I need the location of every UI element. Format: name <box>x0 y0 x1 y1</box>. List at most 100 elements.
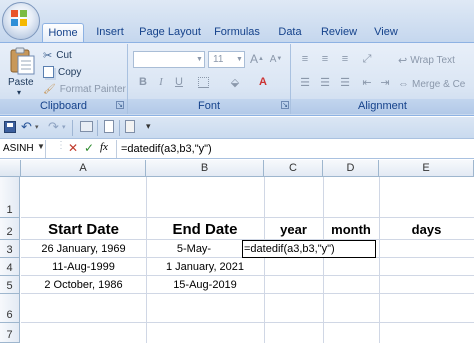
gridline <box>323 177 324 343</box>
clipboard-group-label: Clipboard <box>0 99 127 114</box>
column-header-b[interactable]: B <box>146 160 264 177</box>
row-header-7[interactable]: 7 <box>0 323 20 343</box>
align-top-icon[interactable]: ≡ <box>296 50 314 68</box>
new-document-icon[interactable] <box>104 120 114 133</box>
chevron-down-icon: ▼ <box>196 56 203 63</box>
paste-icon <box>10 47 35 75</box>
column-header-d[interactable]: D <box>323 160 379 177</box>
align-center-icon[interactable]: ☰ <box>316 73 334 91</box>
cell-a2[interactable]: Start Date <box>21 218 146 240</box>
paste-label[interactable]: Paste <box>8 77 34 88</box>
font-launcher-icon[interactable]: ↘ <box>281 101 289 109</box>
cell-b5[interactable]: 15-Aug-2019 <box>146 276 264 294</box>
increase-indent-icon[interactable]: ⇥ <box>376 73 394 91</box>
column-header-a[interactable]: A <box>21 160 146 177</box>
copy-icon <box>43 66 54 78</box>
align-middle-icon[interactable]: ≡ <box>316 50 334 68</box>
wrap-text-label: Wrap Text <box>410 54 455 66</box>
tab-review[interactable]: Review <box>314 23 364 42</box>
select-all-corner[interactable] <box>0 160 21 177</box>
cancel-entry-icon[interactable]: ✕ <box>68 141 78 155</box>
align-left-icon[interactable]: ☰ <box>296 73 314 91</box>
row-header-1[interactable]: 1 <box>0 177 20 218</box>
cell-c3[interactable]: =datedif(a3,b3,"y") <box>244 240 374 258</box>
tab-insert[interactable]: Insert <box>88 23 132 42</box>
form-icon[interactable] <box>80 121 93 132</box>
align-right-icon[interactable]: ☰ <box>336 73 354 91</box>
orientation-icon[interactable]: ⤢ <box>358 50 376 68</box>
format-painter-button[interactable]: 🖌 Format Painter <box>43 82 126 96</box>
font-size-value: 11 <box>213 54 224 65</box>
cell-b3[interactable]: 5-May- <box>146 240 242 258</box>
copy-label: Copy <box>58 66 82 78</box>
alignment-group-label: Alignment <box>291 99 474 114</box>
tab-home[interactable]: Home <box>42 23 84 42</box>
merge-icon: ⇔ <box>398 78 409 90</box>
row-header-3[interactable]: 3 <box>0 240 20 258</box>
decrease-indent-icon[interactable]: ⇤ <box>358 73 376 91</box>
formula-bar-divider <box>116 140 117 158</box>
copy-button[interactable]: Copy <box>43 65 123 79</box>
undo-dropdown-icon[interactable]: ▾ <box>35 123 39 131</box>
redo-icon[interactable]: ↷ <box>48 119 59 135</box>
cell-c2[interactable]: year <box>264 218 323 240</box>
save-icon[interactable] <box>4 121 16 133</box>
paste-dropdown-icon[interactable]: ▾ <box>17 88 21 97</box>
cell-d2[interactable]: month <box>323 218 379 240</box>
row-header-5[interactable]: 5 <box>0 276 20 294</box>
print-preview-icon[interactable] <box>125 120 135 133</box>
gridline <box>379 177 380 343</box>
cell-a5[interactable]: 2 October, 1986 <box>21 276 146 294</box>
redo-dropdown-icon[interactable]: ▾ <box>62 123 66 131</box>
chevron-down-icon: ▼ <box>236 56 243 63</box>
cell-b2[interactable]: End Date <box>146 218 264 240</box>
cut-label: Cut <box>56 49 72 61</box>
bold-icon[interactable]: B <box>134 73 152 91</box>
decrease-font-icon[interactable]: A ▼ <box>267 50 285 68</box>
toolbar-separator <box>119 120 120 136</box>
formula-input[interactable]: =datedif(a3,b3,"y") <box>121 140 212 158</box>
gridline <box>21 322 474 323</box>
tab-page-layout[interactable]: Page Layout <box>136 23 204 42</box>
borders-icon[interactable] <box>194 73 212 91</box>
toolbar-separator <box>72 120 73 136</box>
tab-formulas[interactable]: Formulas <box>208 23 266 42</box>
increase-font-icon[interactable]: A ▲ <box>248 50 266 68</box>
paste-button[interactable] <box>6 46 38 76</box>
undo-icon[interactable]: ↶ <box>21 119 32 135</box>
gridline <box>264 177 265 343</box>
toolbar-separator <box>97 120 98 136</box>
row-header-6[interactable]: 6 <box>0 294 20 323</box>
underline-icon[interactable]: U <box>170 73 188 91</box>
tab-view[interactable]: View <box>368 23 404 42</box>
clipboard-launcher-icon[interactable]: ↘ <box>116 101 124 109</box>
font-color-icon[interactable]: A <box>254 73 272 91</box>
row-header-2[interactable]: 2 <box>0 218 20 240</box>
row-header-4[interactable]: 4 <box>0 258 20 276</box>
office-logo-icon <box>11 10 27 26</box>
scissors-icon: ✂ <box>43 49 53 62</box>
cell-b4[interactable]: 1 January, 2021 <box>146 258 264 276</box>
customize-toolbar-icon[interactable]: ▾ <box>146 121 151 132</box>
column-header-e[interactable]: E <box>379 160 474 177</box>
paintbrush-icon: 🖌 <box>43 83 56 95</box>
tab-data[interactable]: Data <box>270 23 310 42</box>
cell-a3[interactable]: 26 January, 1969 <box>21 240 146 258</box>
cell-a4[interactable]: 11-Aug-1999 <box>21 258 146 276</box>
wrap-text-button[interactable]: ↩ Wrap Text <box>398 53 474 67</box>
wrap-text-icon: ↩ <box>398 54 408 67</box>
insert-function-icon[interactable]: fx <box>100 141 108 153</box>
fill-color-icon[interactable]: ⬙ <box>226 73 244 91</box>
font-name-dropdown[interactable] <box>133 51 205 68</box>
name-box-dropdown-icon[interactable]: ▼ <box>37 142 45 151</box>
merge-center-button[interactable]: ⇔ Merge & Ce <box>398 77 474 91</box>
font-group-label: Font <box>128 99 290 114</box>
grip-icon: ⋮ <box>56 140 66 151</box>
confirm-entry-icon[interactable]: ✓ <box>84 141 94 155</box>
align-bottom-icon[interactable]: ≡ <box>336 50 354 68</box>
column-header-c[interactable]: C <box>264 160 323 177</box>
cell-e2[interactable]: days <box>379 218 474 240</box>
format-painter-label: Format Painter <box>59 83 126 95</box>
cut-button[interactable]: ✂ Cut <box>43 48 123 62</box>
italic-icon[interactable]: I <box>152 73 170 91</box>
